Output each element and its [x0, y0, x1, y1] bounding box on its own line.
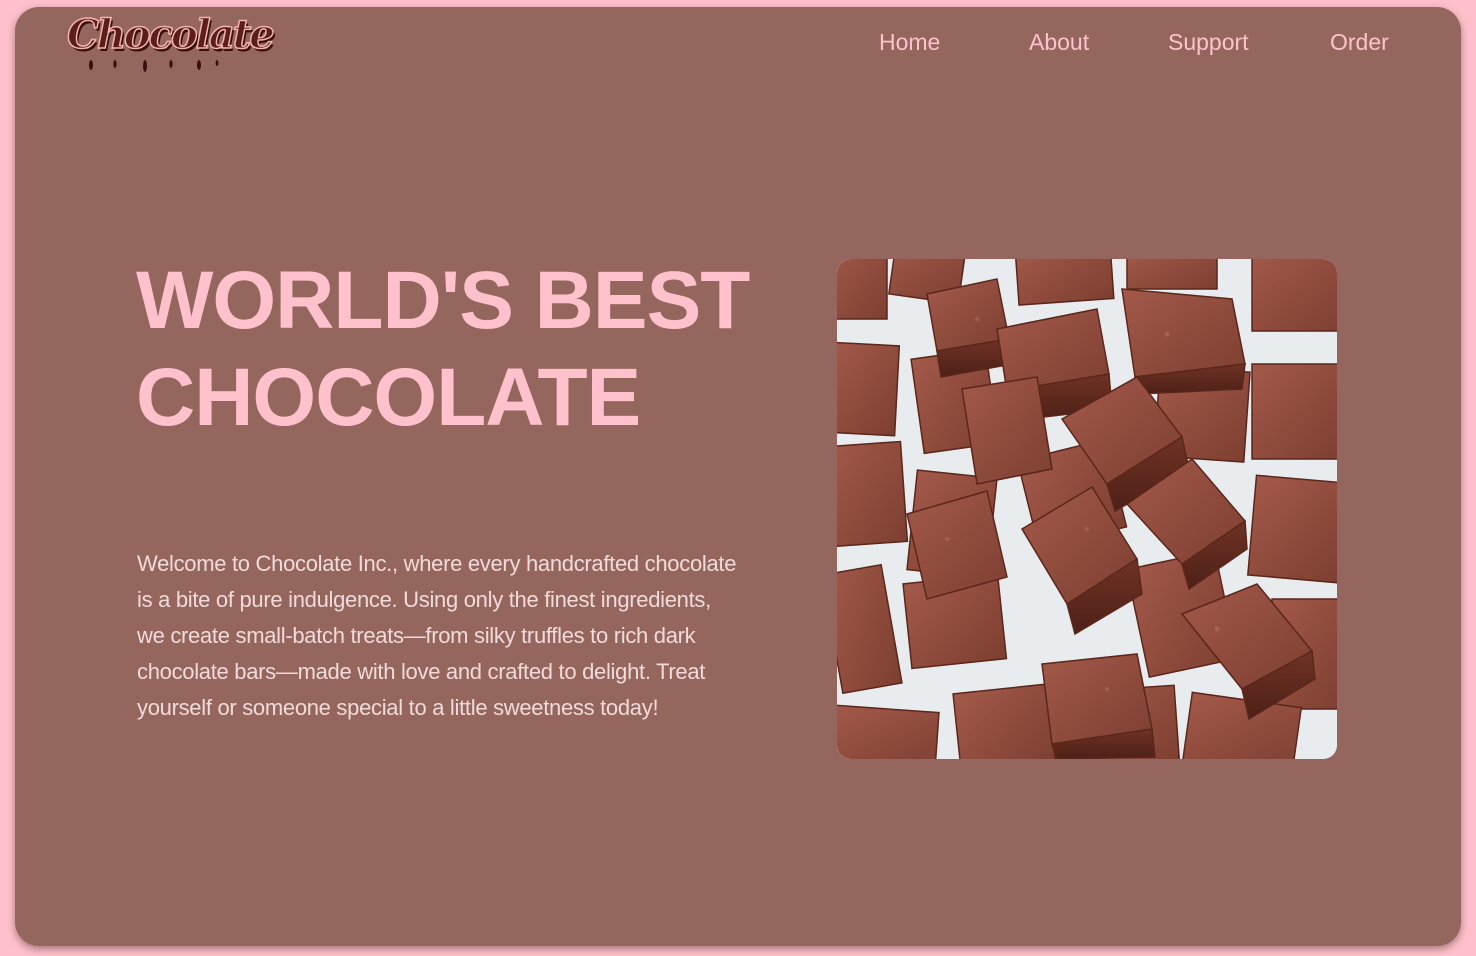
page-card: Chocolate Home About Support Order WORLD…	[15, 7, 1461, 946]
hero-intro-text: Welcome to Chocolate Inc., where every h…	[137, 551, 737, 720]
nav-order-link[interactable]: Order	[1330, 29, 1389, 56]
hero-headline: WORLD'S BEST CHOCOLATE	[136, 252, 816, 446]
logo-drips	[89, 60, 219, 72]
nav-home-link[interactable]: Home	[879, 29, 940, 56]
chocolate-pieces-illustration	[837, 259, 1337, 759]
nav-support-link[interactable]: Support	[1168, 29, 1249, 56]
headline-line-2: CHOCOLATE	[136, 352, 641, 443]
chocolate-pieces-image	[837, 259, 1337, 759]
main-nav: Home About Support Order	[15, 29, 1461, 59]
headline-line-1: WORLD'S BEST	[136, 255, 750, 346]
nav-about-link[interactable]: About	[1029, 29, 1089, 56]
